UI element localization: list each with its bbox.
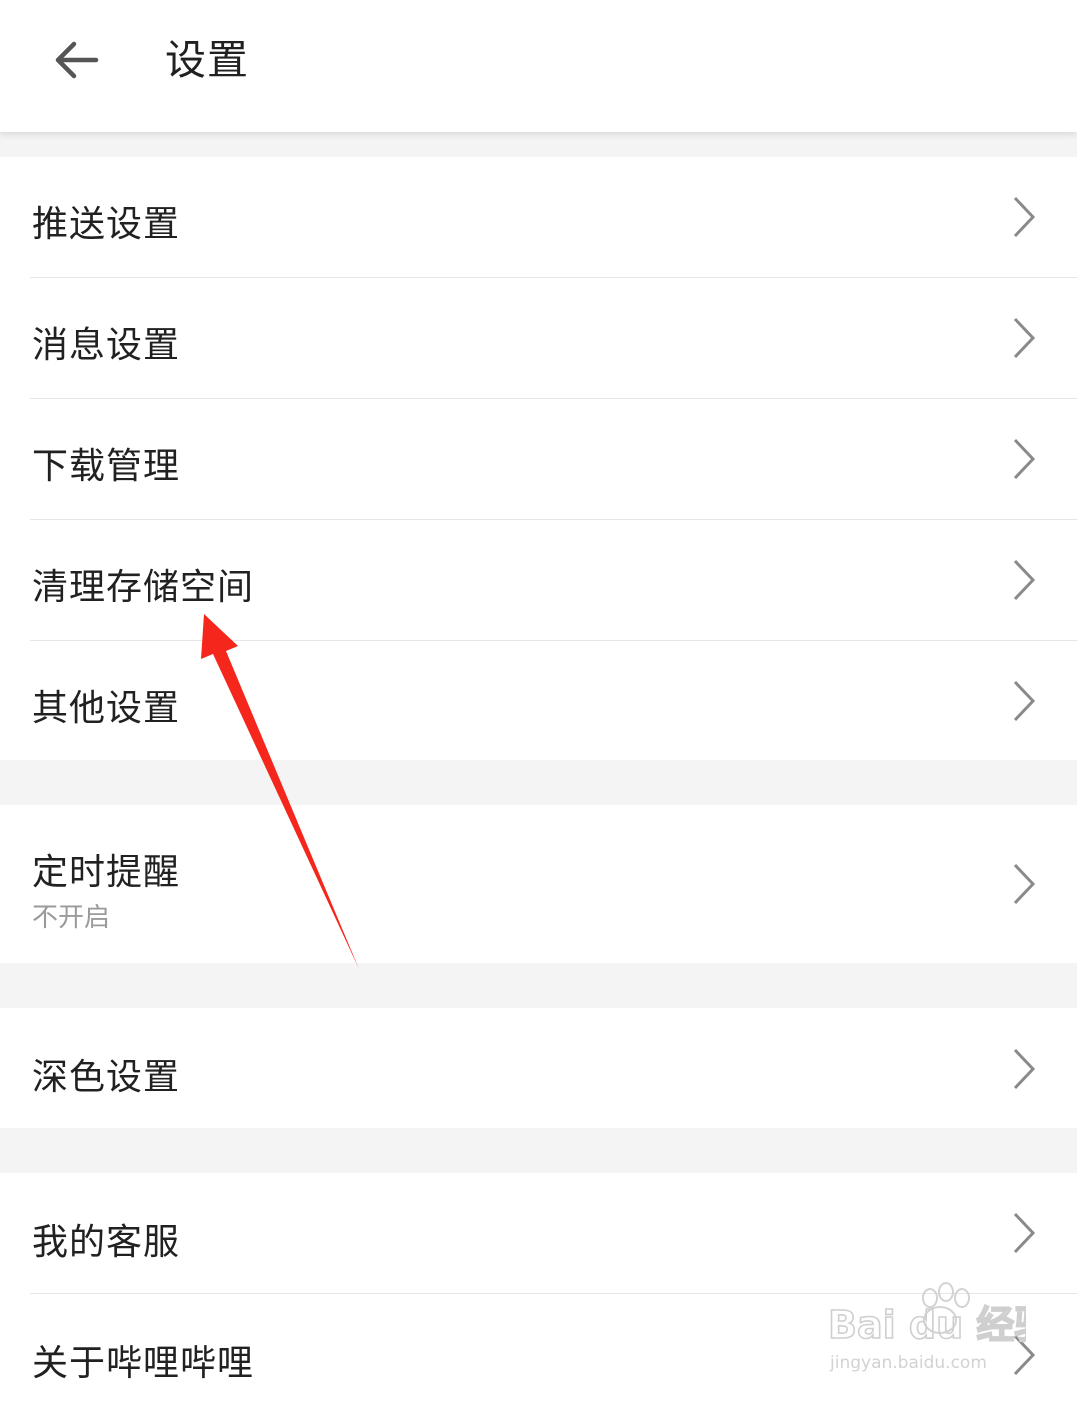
settings-item-label: 其他设置 xyxy=(32,688,181,729)
settings-group-general: 推送设置 消息设置 下载管理 清理存储空间 其他设置 xyxy=(0,157,1077,760)
chevron-right-icon xyxy=(1013,1048,1036,1090)
chevron-right-icon xyxy=(1013,680,1036,722)
settings-item-messages[interactable]: 消息设置 xyxy=(0,278,1077,399)
settings-item-clear-storage[interactable]: 清理存储空间 xyxy=(0,520,1077,641)
chevron-right-icon xyxy=(1013,196,1036,238)
settings-item-other[interactable]: 其他设置 xyxy=(0,641,1077,760)
settings-item-label: 深色设置 xyxy=(32,1057,181,1098)
settings-item-label: 我的客服 xyxy=(32,1222,181,1263)
top-app-bar: 设置 xyxy=(0,0,1077,132)
settings-group-reminder: 定时提醒 不开启 xyxy=(0,805,1077,963)
settings-item-status: 不开启 xyxy=(32,903,111,933)
chevron-right-icon xyxy=(1013,559,1036,601)
settings-item-label: 关于哔哩哔哩 xyxy=(32,1343,255,1384)
settings-item-customer-service[interactable]: 我的客服 xyxy=(0,1173,1077,1294)
settings-page: 设置 推送设置 消息设置 下载管理 清理存储空间 其他设置 定时提醒 不开启 深… xyxy=(0,0,1077,1401)
settings-item-label: 清理存储空间 xyxy=(32,567,255,608)
chevron-right-icon xyxy=(1013,1334,1036,1376)
chevron-right-icon xyxy=(1013,863,1036,905)
page-title: 设置 xyxy=(165,36,249,84)
settings-item-label: 消息设置 xyxy=(32,325,181,366)
settings-item-timed-reminder[interactable]: 定时提醒 不开启 xyxy=(0,805,1077,963)
back-arrow-icon xyxy=(55,41,99,79)
settings-item-label: 下载管理 xyxy=(32,446,181,487)
settings-item-push[interactable]: 推送设置 xyxy=(0,157,1077,278)
settings-item-label: 定时提醒 xyxy=(32,852,181,893)
back-button[interactable] xyxy=(40,24,112,96)
chevron-right-icon xyxy=(1013,1212,1036,1254)
settings-group-appearance: 深色设置 xyxy=(0,1008,1077,1128)
settings-item-about[interactable]: 关于哔哩哔哩 xyxy=(0,1294,1077,1401)
settings-item-dark-mode[interactable]: 深色设置 xyxy=(0,1008,1077,1128)
chevron-right-icon xyxy=(1013,438,1036,480)
settings-item-label: 推送设置 xyxy=(32,204,181,245)
settings-item-downloads[interactable]: 下载管理 xyxy=(0,399,1077,520)
chevron-right-icon xyxy=(1013,317,1036,359)
settings-group-support: 我的客服 关于哔哩哔哩 xyxy=(0,1173,1077,1401)
